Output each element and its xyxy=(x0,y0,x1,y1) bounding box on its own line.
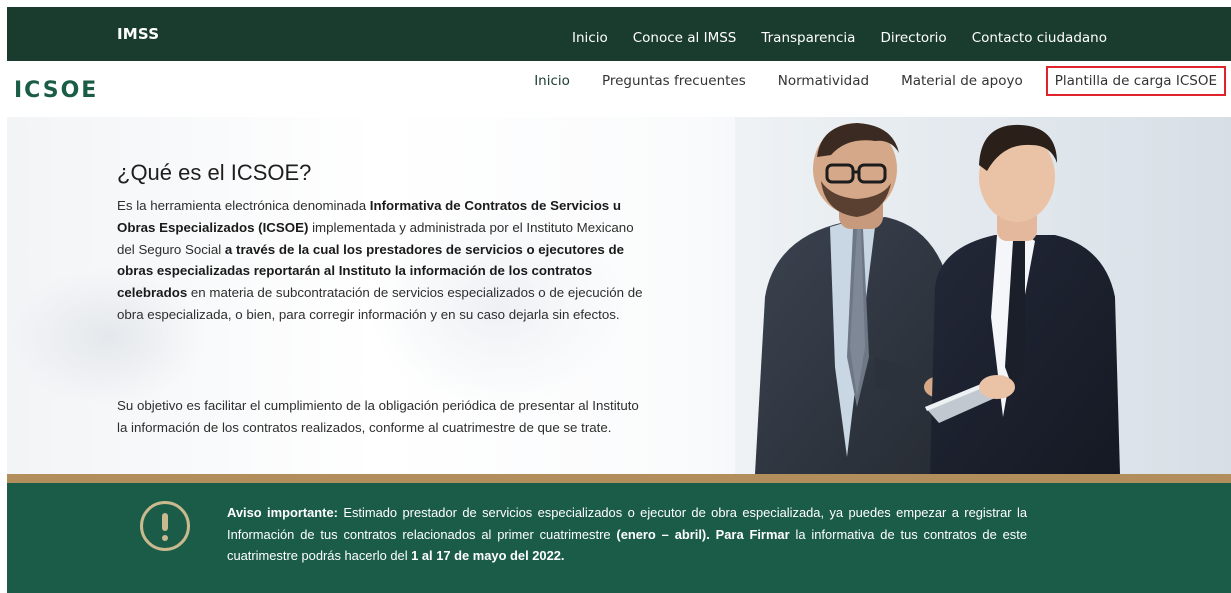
icsoe-nav-inicio[interactable]: Inicio xyxy=(525,66,579,96)
notice-bold-text: (enero – abril). Para Firmar xyxy=(616,526,790,542)
icsoe-nav-preguntas-frecuentes[interactable]: Preguntas frecuentes xyxy=(593,66,755,96)
icsoe-nav-material-apoyo[interactable]: Material de apoyo xyxy=(892,66,1032,96)
icsoe-nav: Inicio Preguntas frecuentes Normatividad… xyxy=(511,66,1226,96)
notice-text: Aviso importante: Estimado prestador de … xyxy=(227,502,1027,567)
icsoe-logo[interactable]: ICSOE xyxy=(14,78,98,103)
top-nav-directorio[interactable]: Directorio xyxy=(880,30,946,46)
exclamation-circle-icon xyxy=(140,501,190,551)
top-nav-bar: IMSS Inicio Conoce al IMSS Transparencia… xyxy=(7,7,1231,61)
hero-text: en materia de subcontratación de servici… xyxy=(117,285,643,322)
hero-section: ¿Qué es el ICSOE? Es la herramienta elec… xyxy=(7,117,1231,474)
top-nav-contacto-ciudadano[interactable]: Contacto ciudadano xyxy=(972,30,1107,46)
icsoe-nav-normatividad[interactable]: Normatividad xyxy=(769,66,878,96)
top-nav-transparencia[interactable]: Transparencia xyxy=(761,30,855,46)
businessmen-photo xyxy=(735,117,1231,474)
divider-line xyxy=(7,474,1231,483)
top-nav-inicio[interactable]: Inicio xyxy=(572,30,608,46)
notice-label: Aviso importante: xyxy=(227,505,338,520)
hero-objective: Su objetivo es facilitar el cumplimiento… xyxy=(117,398,639,435)
icsoe-nav-bar: ICSOE Inicio Preguntas frecuentes Normat… xyxy=(0,61,1231,117)
hero-title: ¿Qué es el ICSOE? xyxy=(117,160,312,185)
hero-text: Es la herramienta electrónica denominada xyxy=(117,198,370,213)
hero-description: Es la herramienta electrónica denominada… xyxy=(117,195,643,326)
important-notice-banner: Aviso importante: Estimado prestador de … xyxy=(7,483,1231,593)
exclamation-bar xyxy=(162,513,168,531)
icsoe-nav-plantilla-carga[interactable]: Plantilla de carga ICSOE xyxy=(1045,66,1226,96)
notice-dates: 1 al 17 de mayo del 2022. xyxy=(411,548,565,564)
exclamation-dot xyxy=(162,535,168,541)
top-nav: Inicio Conoce al IMSS Transparencia Dire… xyxy=(547,30,1107,46)
top-nav-conoce-imss[interactable]: Conoce al IMSS xyxy=(633,30,737,46)
imss-brand-link[interactable]: IMSS xyxy=(117,25,159,43)
